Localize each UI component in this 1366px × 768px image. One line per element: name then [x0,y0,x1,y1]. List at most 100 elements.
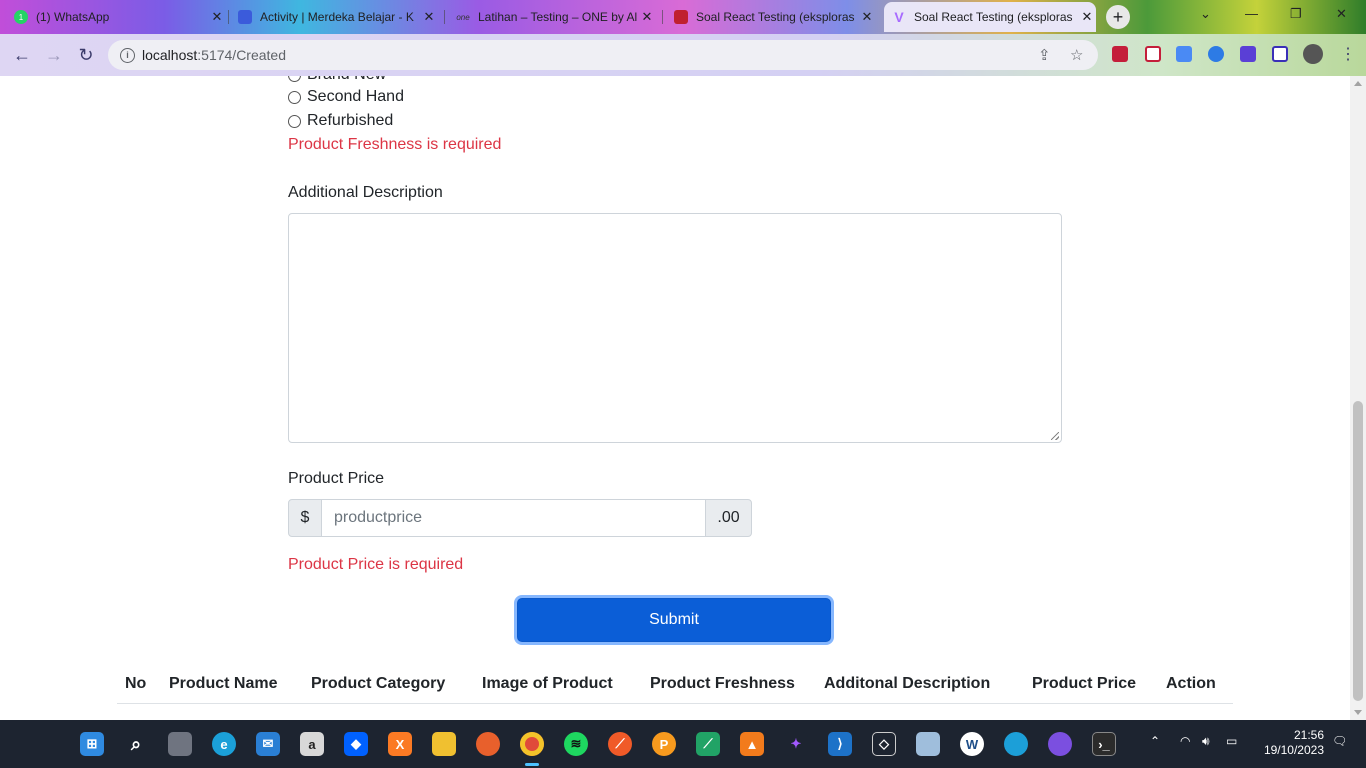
tab-title: Soal React Testing (eksploras [914,10,1073,24]
whatsapp-icon: 1 [14,10,28,24]
description-textarea[interactable] [288,213,1062,443]
browser-tab-whatsapp[interactable]: 1 (1) WhatsApp ✕ [14,2,226,32]
bookmark-star-icon[interactable]: ☆ [1070,46,1083,64]
chrome-icon[interactable] [520,732,544,756]
close-icon[interactable]: ✕ [208,9,226,25]
column-header-description: Additonal Description [824,675,991,692]
resize-handle-icon[interactable] [1051,432,1059,440]
start-windows-icon[interactable]: ⊞ [80,732,104,756]
price-prefix: $ [288,499,322,537]
radio-option-refurbished[interactable]: Refurbished [288,112,393,130]
vscode-icon[interactable]: ⟩ [828,732,852,756]
browser-toolbar: ← → ↻ i localhost:5174/Created ⇪ ☆ ⋮ [0,34,1366,76]
reload-icon[interactable]: ↻ [74,43,98,67]
spotify-icon[interactable]: ≋ [564,732,588,756]
description-label: Additional Description [288,184,443,201]
back-icon[interactable]: ← [10,43,34,67]
extension-shield-icon[interactable] [1112,46,1128,62]
close-icon[interactable]: ✕ [1078,9,1096,25]
radio-label: Refurbished [307,112,394,129]
minimize-icon[interactable]: — [1245,6,1258,21]
browser-tab-merdeka[interactable]: Activity | Merdeka Belajar - K ✕ [238,2,438,32]
extensions-puzzle-icon[interactable] [1240,46,1256,62]
browser-tab-latihan[interactable]: one Latihan – Testing – ONE by Al ✕ [456,2,656,32]
extension-feather-icon[interactable] [1208,46,1224,62]
site-info-icon[interactable]: i [120,48,135,63]
page-scrollbar[interactable] [1350,76,1366,720]
restore-icon[interactable]: ❐ [1290,6,1302,22]
meet-icon[interactable] [1004,732,1028,756]
tab-title: (1) WhatsApp [36,10,110,24]
file-explorer-icon[interactable] [432,732,456,756]
side-panel-icon[interactable] [1272,46,1288,62]
terminal-icon[interactable]: ›_ [1092,732,1116,756]
new-tab-button[interactable]: + [1106,5,1130,29]
tab-divider [228,10,229,24]
wifi-icon[interactable]: ◠ [1180,734,1190,748]
firefox-icon[interactable] [476,732,500,756]
chevron-up-icon[interactable]: ⌃ [1150,734,1160,748]
cube-app-icon[interactable] [916,732,940,756]
search-icon[interactable]: ⌕ [124,732,148,756]
xampp-icon[interactable]: X [388,732,412,756]
paint-icon[interactable]: P [652,732,676,756]
app-w-icon[interactable]: W [960,732,984,756]
postman-icon[interactable]: ⟋ [608,732,632,756]
dropbox-icon[interactable]: ◆ [344,732,368,756]
scroll-down-icon[interactable] [1354,710,1362,715]
active-app-indicator [525,763,539,766]
extension-mcafee-icon[interactable] [1145,46,1161,62]
taskbar-clock[interactable]: 21:56 19/10/2023 [1258,728,1324,758]
radio-button[interactable] [288,76,301,82]
greenshot-icon[interactable]: ⟋ [696,732,720,756]
radio-button[interactable] [288,90,301,104]
kampus-merdeka-icon [238,10,252,24]
figma-icon[interactable]: ✦ [784,732,808,756]
notification-icon[interactable]: 🗨︎ [1332,734,1347,748]
address-bar[interactable]: i localhost:5174/Created ⇪ ☆ [108,40,1098,70]
column-header-action: Action [1166,675,1216,692]
browser-tab-strip: 1 (1) WhatsApp ✕ Activity | Merdeka Bela… [0,0,1366,34]
url-text[interactable]: localhost:5174/Created [142,47,286,63]
profile-avatar[interactable] [1303,44,1323,64]
mail-icon[interactable]: ✉ [256,732,280,756]
page-content: Brand New Second Hand Refurbished Produc… [0,76,1350,720]
radio-button[interactable] [288,114,301,128]
windows-taskbar: ⊞ ⌕ e ✉ a ◆ X ≋ ⟋ P ⟋ ▲ ✦ ⟩ ◇ W ›_ ⌃ ◠ 🔊… [0,720,1366,768]
extension-docs-icon[interactable] [1176,46,1192,62]
browser-tab-soal-react-1[interactable]: Soal React Testing (eksploras ✕ [674,2,876,32]
price-input[interactable]: productprice [322,499,705,537]
tab-title: Soal React Testing (eksploras [696,10,855,24]
vite-icon: V [894,9,904,25]
column-header-product-name: Product Name [169,675,278,692]
tab-search-icon[interactable]: ⌄ [1200,6,1211,22]
column-header-image: Image of Product [482,675,613,692]
window-close-icon[interactable]: ✕ [1336,6,1347,22]
github-desktop-icon[interactable] [1048,732,1072,756]
clock-date: 19/10/2023 [1263,743,1324,757]
radio-label: Second Hand [307,88,404,105]
close-icon[interactable]: ✕ [420,9,438,25]
amazon-icon[interactable]: a [300,732,324,756]
radio-option-second-hand[interactable]: Second Hand [288,88,404,106]
submit-button[interactable]: Submit [517,598,831,642]
battery-icon[interactable]: ▭ [1226,734,1237,748]
radio-option-brand-new[interactable]: Brand New [288,76,386,84]
volume-icon[interactable]: 🔊︎ [1202,734,1210,749]
edge-icon[interactable]: e [212,732,236,756]
price-input-group: $ productprice .00 [288,499,752,537]
price-suffix: .00 [705,499,752,537]
scroll-thumb[interactable] [1353,401,1363,701]
task-view-icon[interactable] [168,732,192,756]
virtualbox-icon[interactable]: ◇ [872,732,896,756]
forward-icon[interactable]: → [42,43,66,67]
share-icon[interactable]: ⇪ [1038,46,1051,64]
radio-label: Brand New [307,76,386,84]
column-header-product-category: Product Category [311,675,446,692]
close-icon[interactable]: ✕ [858,9,876,25]
browser-tab-soal-react-active[interactable]: V Soal React Testing (eksploras ✕ [884,2,1096,32]
close-icon[interactable]: ✕ [638,9,656,25]
scroll-up-icon[interactable] [1354,81,1362,86]
menu-kebab-icon[interactable]: ⋮ [1336,43,1360,67]
xmind-icon[interactable]: ▲ [740,732,764,756]
